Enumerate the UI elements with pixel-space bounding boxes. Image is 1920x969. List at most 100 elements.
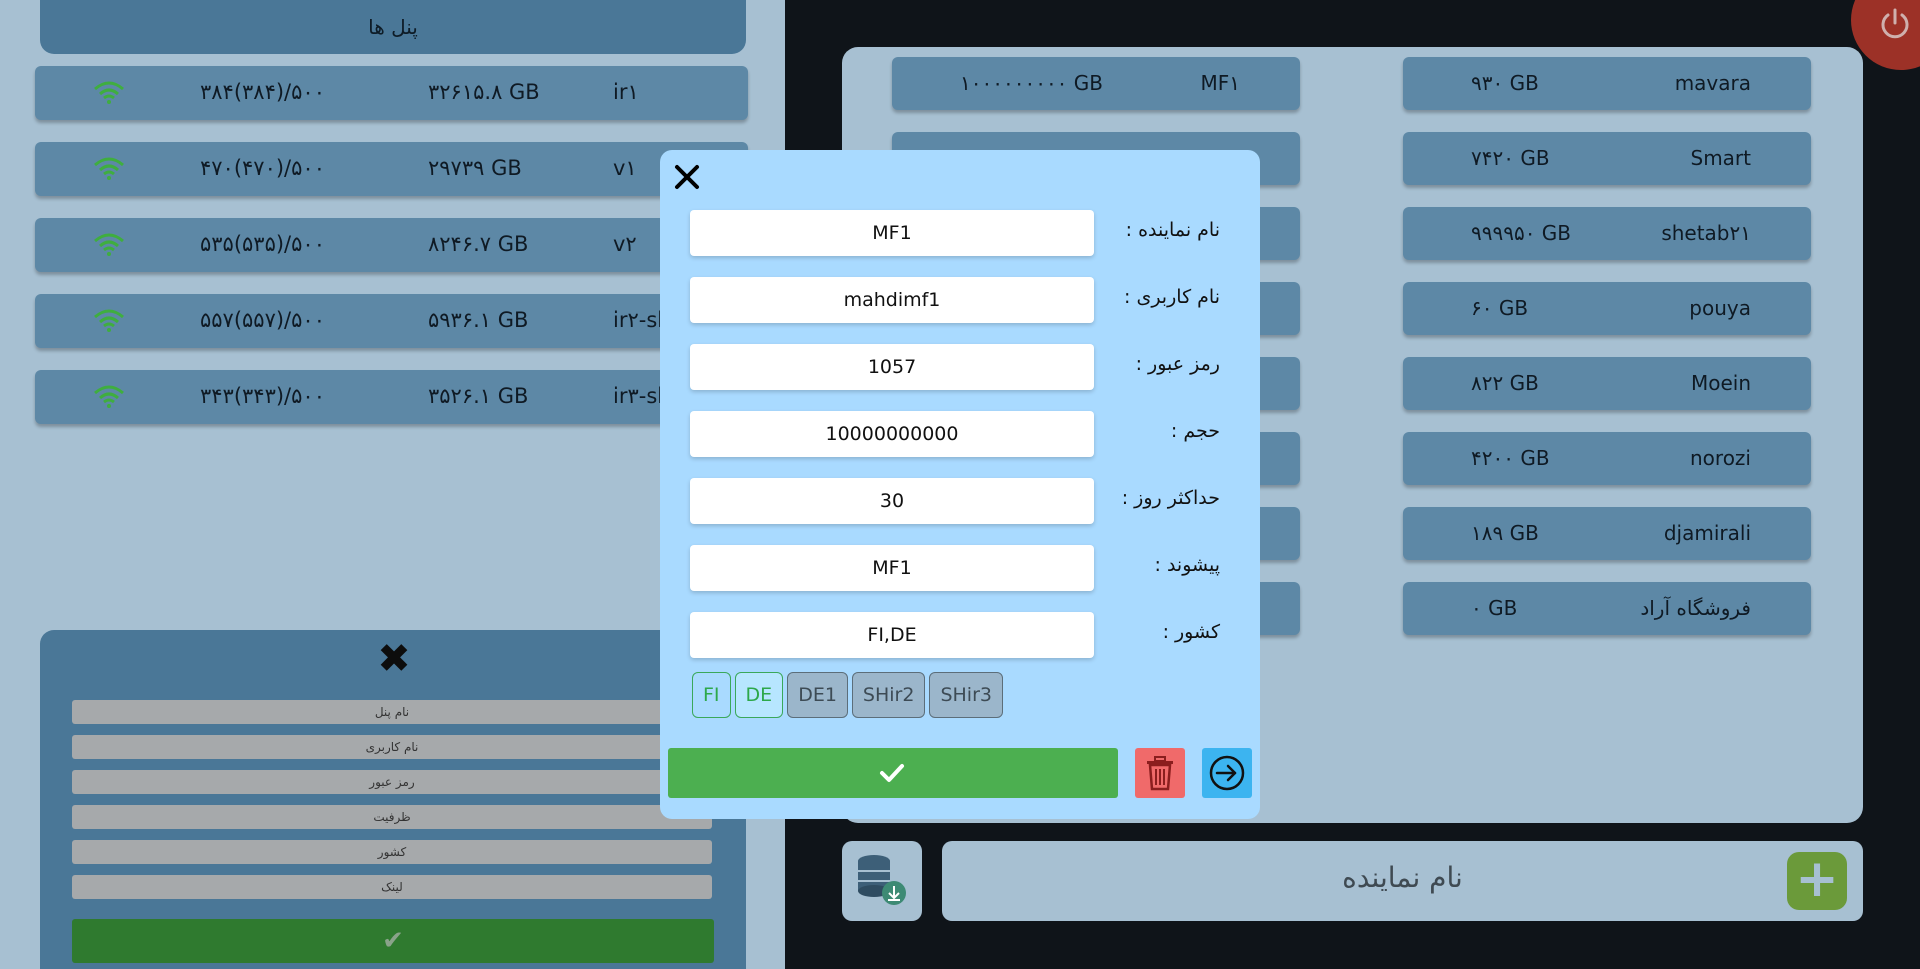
modal-field-input[interactable]: MF1 <box>690 545 1094 591</box>
login-as-agent-button[interactable] <box>1202 748 1252 798</box>
confirm-button[interactable] <box>668 748 1118 798</box>
modal-field-row: 10000000000 حجم : <box>690 411 1250 457</box>
agent-name: djamirali <box>1663 521 1751 545</box>
panel-users: ۳۴۳(۳۴۳)/۵۰۰ <box>200 384 325 408</box>
add-panel-submit-button[interactable]: ✔ <box>72 919 714 963</box>
country-chip-de[interactable]: DE <box>734 672 784 718</box>
panel-name: v۲ <box>613 232 637 256</box>
modal-field-label: رمز عبور : <box>1135 353 1220 375</box>
close-icon <box>675 165 699 189</box>
modal-field-label: نام نماینده : <box>1125 219 1220 241</box>
panel-size: ۳۲۶۱۵.۸ GB <box>428 80 540 104</box>
panel-size: ۵۹۳۶.۱ GB <box>428 308 529 332</box>
add-panel-form: ✖ نام پنل نام کاربری رمز عبور ظرفیت کشور لینک… <box>40 630 746 969</box>
add-panel-field[interactable]: نام پنل <box>72 700 712 724</box>
agent-name: فروشگاه آراد <box>1640 596 1751 620</box>
panels-title: پنل ها <box>368 15 418 39</box>
trash-icon <box>1147 756 1173 791</box>
modal-field-label: کشور : <box>1162 621 1220 643</box>
agent-card[interactable]: ۹۹۹۹۵۰ GB shetab۲۱ <box>1403 207 1811 260</box>
agent-card[interactable]: ۸۲۲ GB Moein <box>1403 357 1811 410</box>
agent-name: pouya <box>1689 296 1751 320</box>
close-icon[interactable]: ✖ <box>375 639 413 679</box>
database-download-icon <box>858 855 906 905</box>
panel-size: ۳۵۲۶.۱ GB <box>428 384 529 408</box>
agent-card[interactable]: ۶۰ GB pouya <box>1403 282 1811 335</box>
panel-row[interactable]: ۳۸۴(۳۸۴)/۵۰۰ ۳۲۶۱۵.۸ GB ir۱ <box>35 66 748 120</box>
add-panel-field[interactable]: رمز عبور <box>72 770 712 794</box>
agent-volume: ۱۰۰۰۰۰۰۰۰۰ GB <box>960 71 1103 95</box>
panel-row[interactable]: ۴۷۰(۴۷۰)/۵۰۰ ۲۹۷۳۹ GB v۱ <box>35 142 748 196</box>
agent-card[interactable]: ۱۰۰۰۰۰۰۰۰۰ GB MF۱ <box>892 57 1300 110</box>
add-panel-field[interactable]: لینک <box>72 875 712 899</box>
agent-volume: ۱۸۹ GB <box>1471 521 1539 545</box>
modal-field-label: نام کاربری : <box>1124 286 1220 308</box>
wifi-icon <box>93 309 125 338</box>
modal-field-label: حداکثر روز : <box>1121 487 1220 509</box>
add-agent-button[interactable]: + <box>1787 852 1847 910</box>
check-icon <box>880 764 904 782</box>
agent-name: shetab۲۱ <box>1661 221 1751 245</box>
agent-card[interactable]: ۱۸۹ GB djamirali <box>1403 507 1811 560</box>
agent-name: Moein <box>1690 371 1751 395</box>
country-chip-fi[interactable]: FI <box>692 672 731 718</box>
database-download-button[interactable] <box>842 841 922 921</box>
panel-name: ir۱ <box>613 80 639 104</box>
modal-field-input[interactable]: MF1 <box>690 210 1094 256</box>
country-chips: FI DE DE1 SHir2 SHir3 <box>692 672 1003 718</box>
wifi-icon <box>93 157 125 186</box>
agent-card[interactable]: ۹۳۰ GB mavara <box>1403 57 1811 110</box>
agent-volume: ۴۲۰۰ GB <box>1471 446 1550 470</box>
modal-field-row: 30 حداکثر روز : <box>690 478 1250 524</box>
add-panel-field[interactable]: کشور <box>72 840 712 864</box>
modal-field-row: MF1 پیشوند : <box>690 545 1250 591</box>
modal-field-input[interactable]: FI,DE <box>690 612 1094 658</box>
modal-field-row: 1057 رمز عبور : <box>690 344 1250 390</box>
add-panel-field[interactable]: ظرفیت <box>72 805 712 829</box>
country-chip-de1[interactable]: DE1 <box>787 672 848 718</box>
modal-field-row: mahdimf1 نام کاربری : <box>690 277 1250 323</box>
panel-row[interactable]: ۵۵۷(۵۵۷)/۵۰۰ ۵۹۳۶.۱ GB ir۲-sheta <box>35 294 748 348</box>
plus-icon: + <box>1795 849 1839 909</box>
agent-name: Smart <box>1690 146 1752 170</box>
agent-name-input-bar[interactable]: نام نماینده + <box>942 841 1863 921</box>
modal-field-row: MF1 نام نماینده : <box>690 210 1250 256</box>
login-arrow-icon <box>1209 755 1245 791</box>
agent-card[interactable]: ۷۴۲۰ GB Smart <box>1403 132 1811 185</box>
panel-users: ۵۳۵(۵۳۵)/۵۰۰ <box>200 232 325 256</box>
panel-users: ۵۵۷(۵۵۷)/۵۰۰ <box>200 308 325 332</box>
add-panel-field[interactable]: نام کاربری <box>72 735 712 759</box>
modal-field-input[interactable]: mahdimf1 <box>690 277 1094 323</box>
agent-volume: ۷۴۲۰ GB <box>1471 146 1550 170</box>
panel-row[interactable]: ۳۴۳(۳۴۳)/۵۰۰ ۳۵۲۶.۱ GB ir۳-sheta <box>35 370 748 424</box>
wifi-icon <box>93 81 125 110</box>
country-chip-shir2[interactable]: SHir2 <box>851 672 926 718</box>
panel-row[interactable]: ۵۳۵(۵۳۵)/۵۰۰ ۸۲۴۶.۷ GB v۲ <box>35 218 748 272</box>
agent-volume: ۰ GB <box>1471 596 1518 620</box>
modal-field-label: حجم : <box>1170 420 1220 442</box>
delete-button[interactable] <box>1135 748 1185 798</box>
modal-field-input[interactable]: 30 <box>690 478 1094 524</box>
agent-name: norozi <box>1690 446 1751 470</box>
agent-name-placeholder: نام نماینده <box>1342 861 1463 894</box>
panel-size: ۸۲۴۶.۷ GB <box>428 232 529 256</box>
modal-field-input[interactable]: 1057 <box>690 344 1094 390</box>
modal-close-button[interactable] <box>672 162 702 192</box>
agent-volume: ۸۲۲ GB <box>1471 371 1539 395</box>
country-chip-shir3[interactable]: SHir3 <box>929 672 1003 718</box>
modal-field-label: پیشوند : <box>1154 554 1221 576</box>
panel-size: ۲۹۷۳۹ GB <box>428 156 522 180</box>
wifi-icon <box>93 385 125 414</box>
panel-users: ۳۸۴(۳۸۴)/۵۰۰ <box>200 80 325 104</box>
agent-name: mavara <box>1674 71 1751 95</box>
agent-name: MF۱ <box>1200 71 1240 95</box>
agent-card[interactable]: ۴۲۰۰ GB norozi <box>1403 432 1811 485</box>
agent-volume: ۹۳۰ GB <box>1471 71 1539 95</box>
power-icon <box>1881 8 1909 39</box>
agent-card[interactable]: ۰ GB فروشگاه آراد <box>1403 582 1811 635</box>
modal-field-input[interactable]: 10000000000 <box>690 411 1094 457</box>
panel-name: v۱ <box>613 156 637 180</box>
modal-field-row: FI,DE کشور : <box>690 612 1250 658</box>
wifi-icon <box>93 233 125 262</box>
agent-volume: ۶۰ GB <box>1471 296 1529 320</box>
